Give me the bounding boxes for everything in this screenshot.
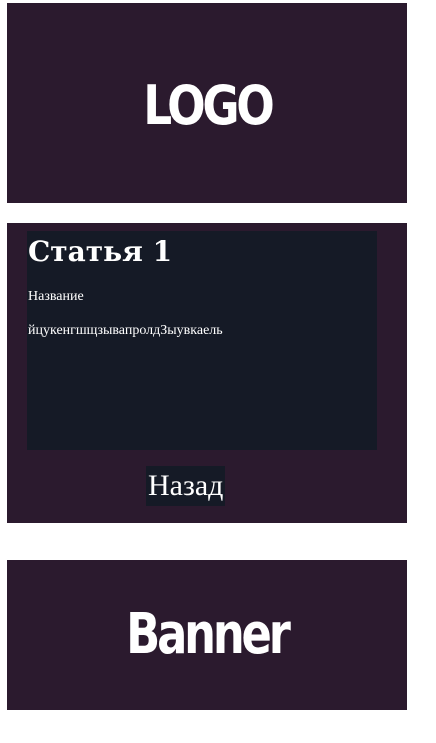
logo: LOGO bbox=[142, 74, 275, 137]
article-body-text: йцукенгшщзывапролдЗыувкаель bbox=[28, 323, 223, 338]
article-name-label: Название bbox=[28, 289, 84, 304]
banner: Banner bbox=[7, 560, 407, 710]
back-button[interactable]: Назад bbox=[146, 466, 226, 506]
header: LOGO bbox=[7, 3, 407, 203]
article-card: Статья 1 Название йцукенгшщзывапролдЗыув… bbox=[27, 231, 377, 450]
article-section: Статья 1 Название йцукенгшщзывапролдЗыув… bbox=[7, 223, 407, 523]
article-title: Статья 1 bbox=[28, 235, 173, 268]
banner-text: Banner bbox=[126, 602, 291, 667]
